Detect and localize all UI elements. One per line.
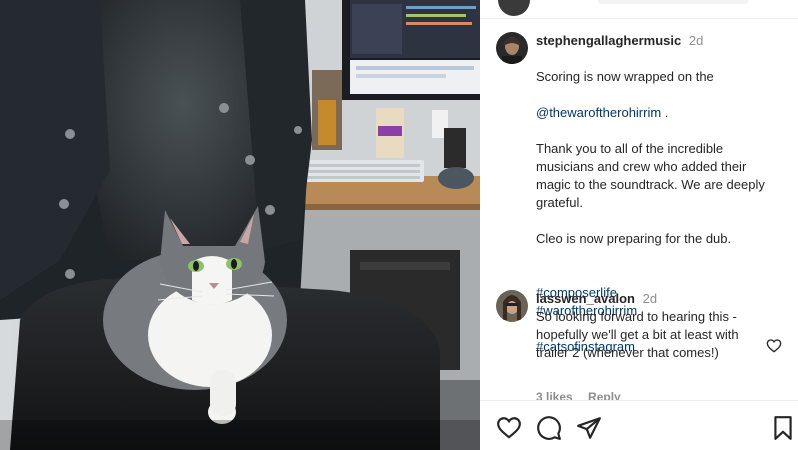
comment-username[interactable]: lasswen_avalon xyxy=(536,291,635,306)
caption-text-1: Scoring is now wrapped on the xyxy=(536,69,714,84)
caption-paragraph-2: Thank you to all of the incredible music… xyxy=(536,141,765,210)
comment-text: So looking forward to hearing this - hop… xyxy=(536,309,739,360)
send-icon xyxy=(577,417,601,439)
header-avatar[interactable] xyxy=(498,0,530,16)
bookmark-icon xyxy=(774,416,792,440)
save-button[interactable] xyxy=(770,415,796,441)
cat-photo-illustration xyxy=(0,0,480,450)
avatar[interactable] xyxy=(496,32,528,64)
caption-avatar-image xyxy=(496,32,528,64)
caption-username[interactable]: stephengallaghermusic xyxy=(536,33,681,48)
caption-header: stephengallaghermusic 2d xyxy=(536,32,768,50)
comment-age[interactable]: 2d xyxy=(643,291,657,306)
post-action-bar xyxy=(480,400,798,450)
caption-mention-suffix: . xyxy=(661,105,669,120)
caption-age[interactable]: 2d xyxy=(689,33,703,48)
post-photo[interactable] xyxy=(0,0,480,450)
post-header-partial xyxy=(480,0,798,19)
avatar[interactable] xyxy=(496,290,528,322)
comment-body: lasswen_avalon 2d So looking forward to … xyxy=(536,290,768,362)
caption-paragraph-3: Cleo is now preparing for the dub. xyxy=(536,231,732,246)
heart-icon xyxy=(497,417,521,439)
comment-button[interactable] xyxy=(536,415,562,441)
share-button[interactable] xyxy=(576,415,602,441)
caption-line-1: Scoring is now wrapped on the @thewaroft… xyxy=(536,50,768,122)
header-placeholder xyxy=(598,0,748,4)
comment-icon xyxy=(537,416,561,440)
like-button[interactable] xyxy=(496,415,522,441)
comment-header: lasswen_avalon 2d xyxy=(536,290,768,308)
caption-mention-link[interactable]: @thewaroftherohirrim xyxy=(536,105,661,120)
post-side-panel: stephengallaghermusic 2d Scoring is now … xyxy=(480,0,798,450)
comment-avatar-image xyxy=(496,290,528,322)
comment-like-button[interactable] xyxy=(766,338,782,354)
heart-icon xyxy=(766,339,782,353)
